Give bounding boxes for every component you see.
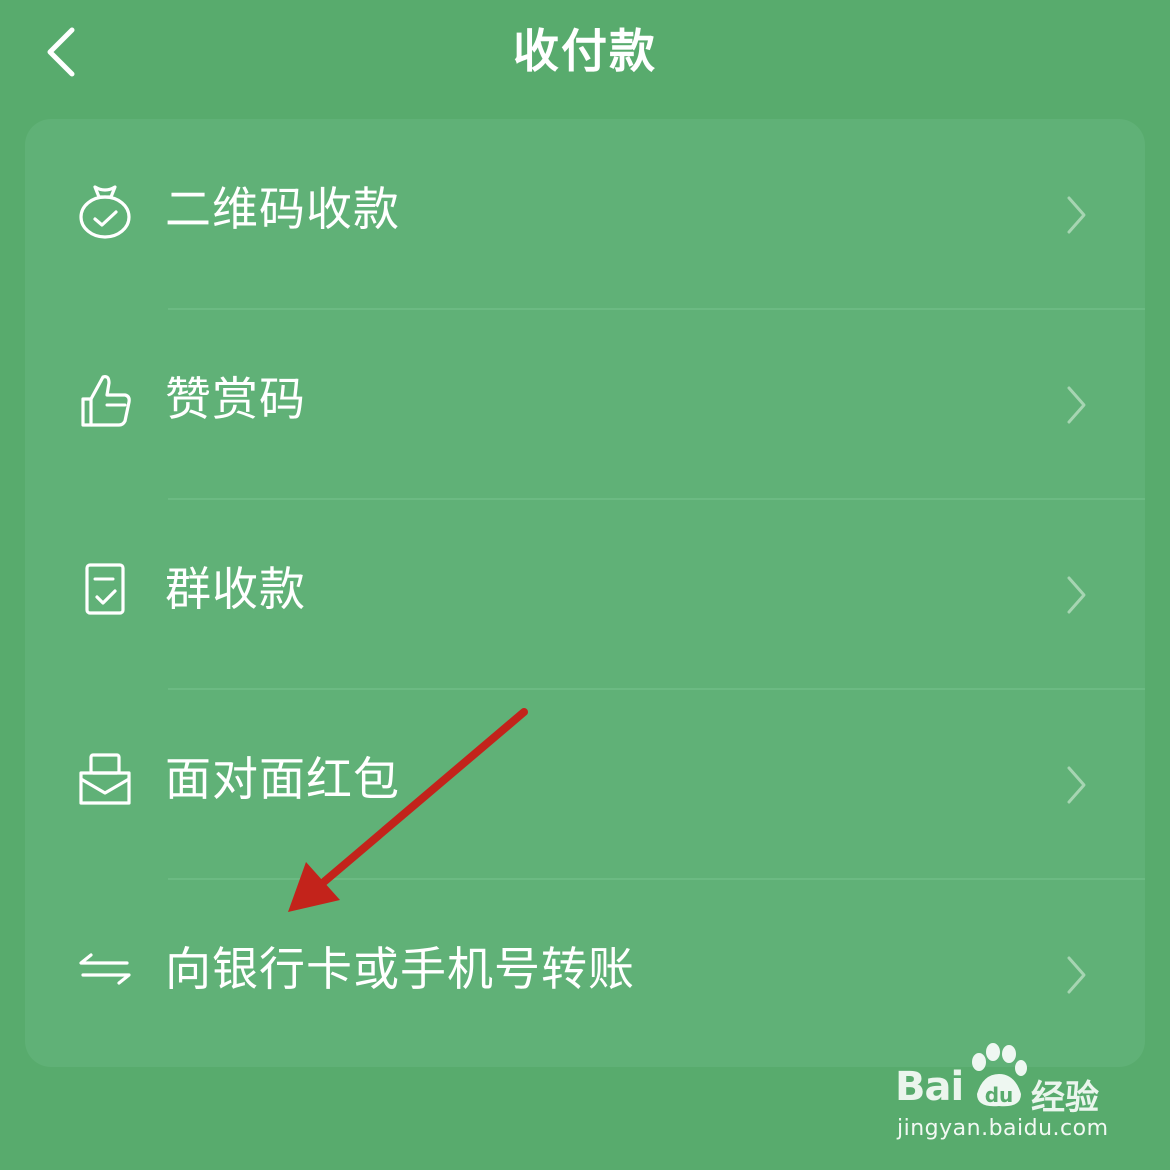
watermark-jingyan: 经验	[1031, 1078, 1099, 1118]
menu-item-label: 面对面红包	[165, 752, 400, 806]
chevron-right-icon	[1067, 576, 1086, 614]
watermark-url: jingyan.baidu.com	[897, 1116, 1109, 1141]
group-receipt-icon	[85, 563, 125, 615]
money-bag-icon	[79, 185, 131, 239]
header: 收付款	[0, 0, 1170, 110]
chevron-right-icon	[1067, 766, 1086, 804]
svg-text:du: du	[985, 1083, 1014, 1107]
menu-item-label: 赞赏码	[165, 372, 306, 426]
menu-item-label: 二维码收款	[165, 182, 400, 236]
transfer-arrows-icon	[79, 953, 131, 985]
red-packet-icon	[79, 753, 131, 805]
page-title: 收付款	[513, 24, 657, 78]
chevron-right-icon	[1067, 386, 1086, 424]
chevron-right-icon	[1067, 196, 1086, 234]
menu-item-label: 向银行卡或手机号转账	[165, 942, 635, 996]
thumbs-up-icon	[81, 375, 131, 427]
menu-item-reward-code[interactable]: 赞赏码	[25, 309, 1145, 499]
menu-item-face-to-face-red-packet[interactable]: 面对面红包	[25, 689, 1145, 879]
menu-item-qrcode-receive[interactable]: 二维码收款	[25, 119, 1145, 309]
menu-item-transfer-to-bank-or-phone[interactable]: 向银行卡或手机号转账	[25, 879, 1145, 1067]
menu-item-group-receive[interactable]: 群收款	[25, 499, 1145, 689]
payment-menu-card: 二维码收款 赞赏码 群收款 面对面红包 向银行卡或手机号转账	[25, 119, 1145, 1067]
watermark-brand: Bai	[895, 1064, 964, 1110]
chevron-right-icon	[1067, 956, 1086, 994]
menu-item-label: 群收款	[165, 562, 306, 616]
